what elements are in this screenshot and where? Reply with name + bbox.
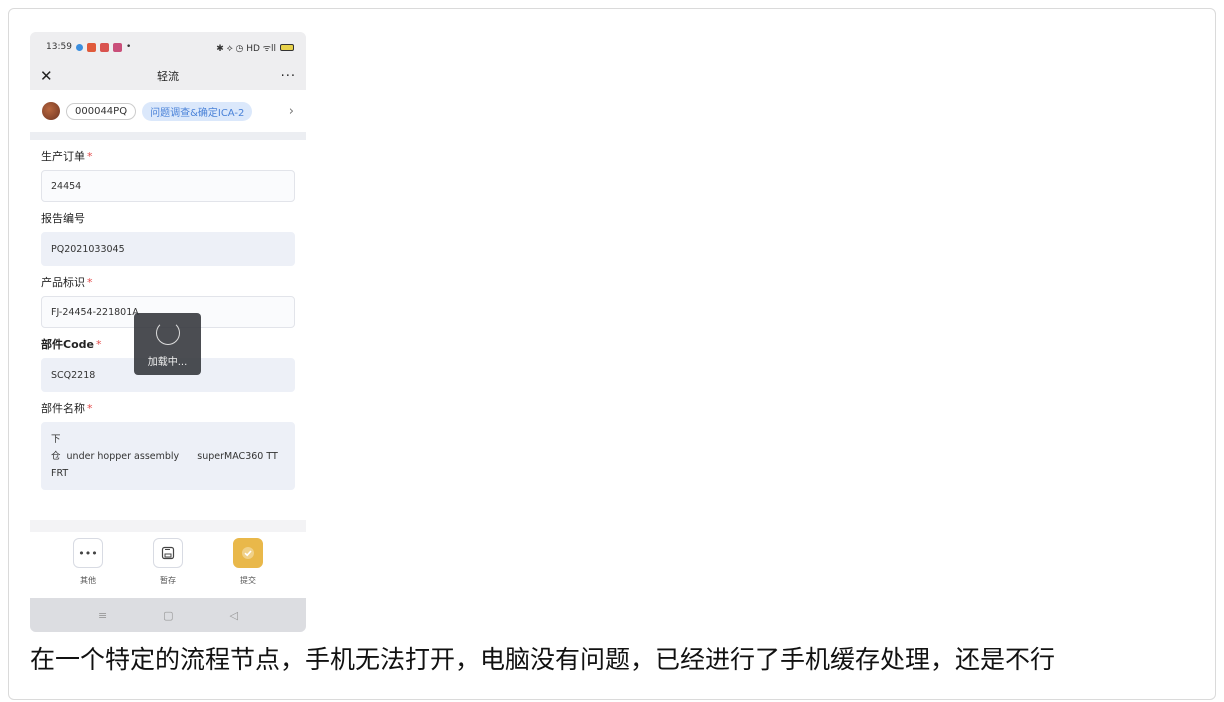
required-mark: * <box>87 276 93 289</box>
app-notification-icon <box>99 42 109 52</box>
production-order-input[interactable]: 24454 <box>41 170 295 202</box>
record-code-chip: 000044PQ <box>66 102 137 120</box>
flow-node-chip: 问题调查&确定ICA-2 <box>142 101 253 121</box>
submit-check-icon <box>233 538 263 568</box>
page-title: 轻流 <box>157 70 179 83</box>
app-notification-icon <box>112 42 122 52</box>
notification-icon <box>75 43 83 51</box>
more-menu-icon[interactable]: ··· <box>281 69 296 84</box>
app-navbar: ✕ 轻流 ··· <box>30 62 306 90</box>
battery-icon <box>280 43 294 51</box>
submit-button[interactable]: 提交 <box>232 538 264 586</box>
status-icons: ✱ ⟡ ◷ HD ᯤll <box>216 43 276 54</box>
save-icon <box>153 538 183 568</box>
loading-spinner-icon <box>155 320 180 345</box>
report-number-field: PQ2021033045 <box>41 232 295 266</box>
more-icon: ••• <box>73 538 103 568</box>
post-caption: 在一个特定的流程节点，手机无法打开，电脑没有问题，已经进行了手机缓存处理，还是不… <box>30 645 1056 674</box>
field-label: 部件名称 * <box>41 402 93 415</box>
app-notification-icon <box>86 42 96 52</box>
status-time: 13:59 <box>46 42 72 52</box>
phone-screenshot: 13:59 • ✱ ⟡ ◷ HD ᯤll ✕ 轻流 ··· 000044PQ 问… <box>30 32 306 632</box>
required-mark: * <box>87 402 93 415</box>
required-mark: * <box>95 338 102 351</box>
action-bar: ••• 其他 暂存 提交 <box>30 532 306 598</box>
avatar <box>42 102 60 120</box>
part-name-field: 下 仓 under hopper assembly superMAC360 TT… <box>41 422 295 490</box>
system-nav-bar: ≡ ▢ ◁ <box>30 598 306 632</box>
required-mark: * <box>87 150 93 163</box>
field-label: 报告编号 <box>41 212 85 225</box>
field-label: 产品标识 * <box>41 276 93 289</box>
home-icon[interactable]: ▢ <box>163 609 173 622</box>
field-label: 生产订单 * <box>41 150 93 163</box>
loading-toast: 加载中... <box>134 313 201 375</box>
close-icon[interactable]: ✕ <box>40 67 53 85</box>
back-icon[interactable]: ◁ <box>230 609 238 622</box>
status-bar: 13:59 • ✱ ⟡ ◷ HD ᯤll <box>30 32 306 62</box>
save-draft-button[interactable]: 暂存 <box>152 538 184 586</box>
loading-text: 加载中... <box>147 356 188 368</box>
more-notifications-icon: • <box>125 42 132 52</box>
other-button[interactable]: ••• 其他 <box>72 538 104 586</box>
flow-info-bar[interactable]: 000044PQ 问题调查&确定ICA-2 › <box>30 90 306 140</box>
menu-icon[interactable]: ≡ <box>98 609 107 622</box>
chevron-right-icon[interactable]: › <box>289 104 294 119</box>
